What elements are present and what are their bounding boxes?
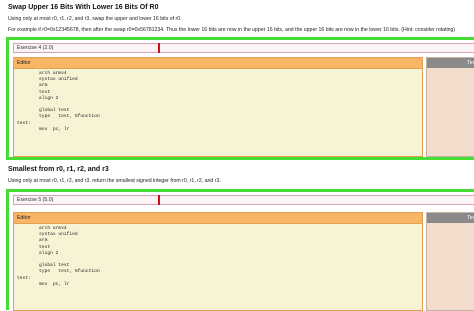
code-text[interactable]: arch armv4 syntax unified arm text align… [14,69,422,133]
editor-header: Editor [14,213,422,224]
section-example: For example if r0=0x12345678, then after… [8,27,456,33]
exercise-divider[interactable] [158,195,160,205]
section-title: Smallest from r0, r1, r2, and r3 [8,166,109,173]
exercise-header[interactable]: Exercise 5 (5.0) [13,195,474,205]
exercise-panel: Exercise 4 (2.0) Editor arch armv4 synta… [6,37,474,160]
exercise-divider[interactable] [158,43,160,53]
editor-header: Editor [14,58,422,69]
test-panel: Test 8 [426,57,474,157]
section-title: Swap Upper 16 Bits With Lower 16 Bits Of… [8,4,159,11]
code-text[interactable]: arch armv4 syntax unified arm text align… [14,224,422,288]
test-header[interactable]: Test 8 [427,213,474,223]
test-panel: Test 8 [426,212,474,311]
section-instructions: Using only at most r0, r1, r2, and r3, s… [8,16,182,22]
section-instructions: Using only at most r0, r1, r2, and r3, r… [8,178,221,184]
code-editor[interactable]: Editor arch armv4 syntax unified arm tex… [13,212,423,311]
exercise-label: Exercise 5 (5.0) [17,197,54,203]
test-header[interactable]: Test 8 [427,58,474,68]
exercise-header[interactable]: Exercise 4 (2.0) [13,43,474,53]
code-editor[interactable]: Editor arch armv4 syntax unified arm tex… [13,57,423,157]
exercise-panel: Exercise 5 (5.0) Editor arch armv4 synta… [6,189,474,311]
exercise-label: Exercise 4 (2.0) [17,45,54,51]
